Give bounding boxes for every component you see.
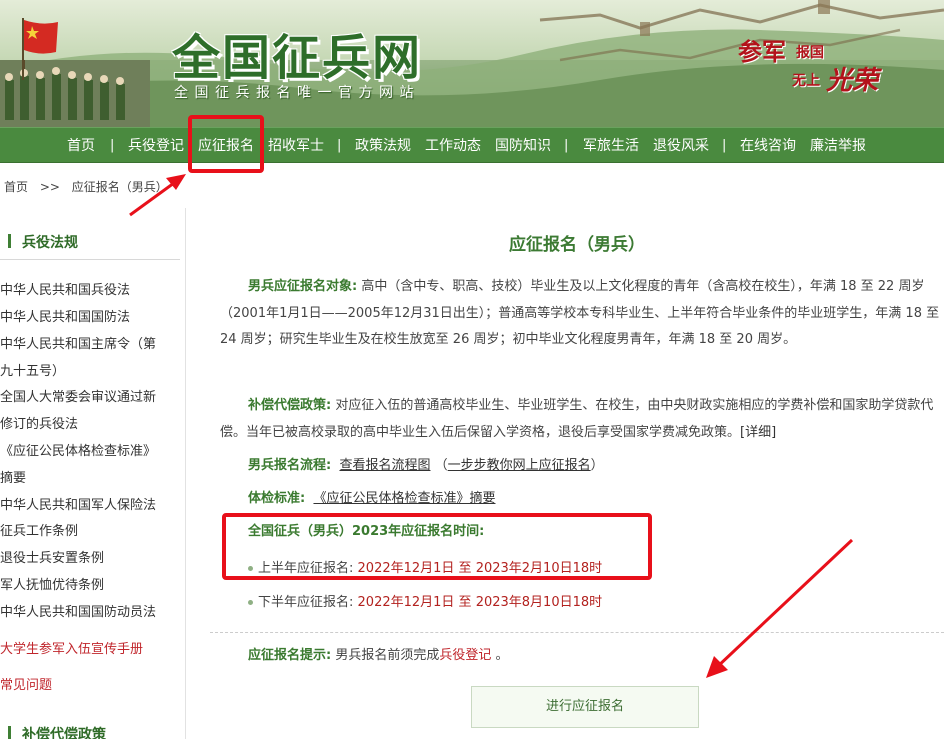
main-nav: 首页 | 兵役登记 应征报名 招收军士 | 政策法规 工作动态 国防知识 | 军… — [0, 127, 944, 163]
sidebar-link[interactable]: 摘要 — [0, 467, 26, 486]
sidebar: 兵役法规 中华人民共和国兵役法 中华人民共和国国防法 中华人民共和国主席令（第 … — [0, 208, 186, 739]
nav-item-veterans[interactable]: 退役风采 — [653, 128, 709, 164]
sidebar-link[interactable]: 九十五号） — [0, 360, 65, 379]
exam-label: 体检标准: — [248, 491, 306, 506]
nav-item-news[interactable]: 工作动态 — [425, 128, 481, 164]
page-title: 应征报名（男兵） — [509, 235, 645, 255]
eligibility-label: 男兵应征报名对象: — [248, 279, 358, 294]
nav-item-nco-recruit[interactable]: 招收军士 — [268, 128, 324, 164]
breadcrumb-separator: >> — [39, 180, 60, 194]
military-registration-link[interactable]: 兵役登记 — [439, 648, 491, 663]
site-logo-title[interactable]: 全国征兵网 — [172, 18, 422, 88]
site-logo-subtitle: 全国征兵报名唯一官方网站 — [174, 85, 420, 101]
process-row: 男兵报名流程: 查看报名流程图 （一步步教你网上应征报名） — [220, 453, 944, 480]
start-enlistment-button[interactable]: 进行应征报名 — [471, 686, 699, 728]
sidebar-link[interactable]: 《应征公民体格检查标准》 — [0, 440, 156, 459]
bullet-icon — [248, 600, 253, 605]
paren-open: （ — [434, 458, 448, 473]
sidebar-link[interactable]: 中华人民共和国主席令（第 — [0, 333, 156, 352]
eligibility-paragraph: 男兵应征报名对象: 高中（含中专、职高、技校）毕业生及以上文化程度的青年（含高校… — [220, 274, 944, 354]
compensation-label: 补偿代偿政策: — [248, 398, 332, 413]
process-label: 男兵报名流程: — [248, 458, 332, 473]
breadcrumb: 首页 >> 应征报名（男兵） — [4, 178, 176, 195]
flag-icon — [22, 18, 58, 80]
second-half-dates: 2022年12月1日 至 2023年8月10日18时 — [357, 595, 603, 610]
site-banner: 全国征兵网 全国征兵报名唯一官方网站 参军 报国 无上 光荣 — [0, 0, 944, 127]
online-guide-link[interactable]: 一步步教你网上应征报名 — [448, 458, 591, 473]
exam-standard-link[interactable]: 《应征公民体格检查标准》摘要 — [313, 491, 495, 506]
sidebar-link[interactable]: 退役士兵安置条例 — [0, 547, 104, 566]
sidebar-link[interactable]: 全国人大常委会审议通过新 — [0, 386, 156, 405]
nav-separator: | — [110, 138, 115, 153]
nav-item-policy[interactable]: 政策法规 — [355, 128, 411, 164]
registration-tip: 应征报名提示: 男兵报名前须完成兵役登记 。 — [248, 644, 509, 663]
slogan: 参军 报国 无上 光荣 — [738, 32, 888, 96]
nav-separator: | — [722, 138, 727, 153]
sidebar-section-header: 补偿代偿政策 — [0, 712, 180, 739]
divider — [210, 632, 944, 633]
sidebar-section-title: 兵役法规 — [22, 235, 78, 251]
sidebar-link[interactable]: 中华人民共和国国防动员法 — [0, 601, 156, 620]
slogan-text-3: 无上 — [792, 73, 820, 89]
highlight-box-nav — [188, 115, 264, 173]
slogan-text-1: 参军 — [738, 37, 786, 66]
second-half-label: 下半年应征报名: — [258, 595, 354, 610]
second-half-period: 下半年应征报名: 2022年12月1日 至 2023年8月10日18时 — [248, 591, 602, 610]
sidebar-link[interactable]: 中华人民共和国国防法 — [0, 306, 130, 325]
highlight-box-period — [222, 513, 652, 580]
sidebar-link-faq[interactable]: 常见问题 — [0, 674, 52, 693]
sidebar-link[interactable]: 中华人民共和国兵役法 — [0, 279, 130, 298]
sidebar-link[interactable]: 修订的兵役法 — [0, 413, 78, 432]
nav-item-report[interactable]: 廉洁举报 — [810, 128, 866, 164]
nav-separator: | — [337, 138, 342, 153]
sidebar-link[interactable]: 中华人民共和国军人保险法 — [0, 494, 156, 513]
tip-label: 应征报名提示: — [248, 648, 332, 663]
sidebar-link[interactable]: 军人抚恤优待条例 — [0, 574, 104, 593]
sidebar-section-title: 补偿代偿政策 — [22, 727, 106, 739]
exam-row: 体检标准: 《应征公民体格检查标准》摘要 — [220, 486, 944, 513]
paren-close: ） — [590, 458, 604, 473]
breadcrumb-current: 应征报名（男兵） — [71, 180, 168, 194]
nav-separator: | — [564, 138, 569, 153]
nav-item-military-life[interactable]: 军旅生活 — [583, 128, 639, 164]
slogan-text-4: 光荣 — [826, 66, 879, 96]
tip-end: 。 — [491, 648, 509, 663]
nav-item-home[interactable]: 首页 — [67, 128, 95, 164]
sidebar-section-header: 兵役法规 — [0, 220, 180, 260]
nav-item-defense[interactable]: 国防知识 — [495, 128, 551, 164]
compensation-paragraph: 补偿代偿政策: 对应征入伍的普通高校毕业生、毕业班学生、在校生，由中央财政实施相… — [220, 393, 944, 446]
breadcrumb-home[interactable]: 首页 — [4, 180, 28, 194]
section-bar-icon — [8, 234, 11, 248]
tip-text: 男兵报名前须完成 — [331, 648, 440, 663]
sidebar-link-handbook[interactable]: 大学生参军入伍宣传手册 — [0, 638, 143, 657]
nav-item-registration[interactable]: 兵役登记 — [128, 128, 184, 164]
details-link[interactable]: [详细] — [740, 425, 776, 440]
section-bar-icon — [8, 726, 11, 739]
sidebar-link[interactable]: 征兵工作条例 — [0, 520, 78, 539]
nav-item-consult[interactable]: 在线咨询 — [740, 128, 796, 164]
flowchart-link[interactable]: 查看报名流程图 — [339, 458, 430, 473]
slogan-text-2: 报国 — [796, 45, 824, 61]
